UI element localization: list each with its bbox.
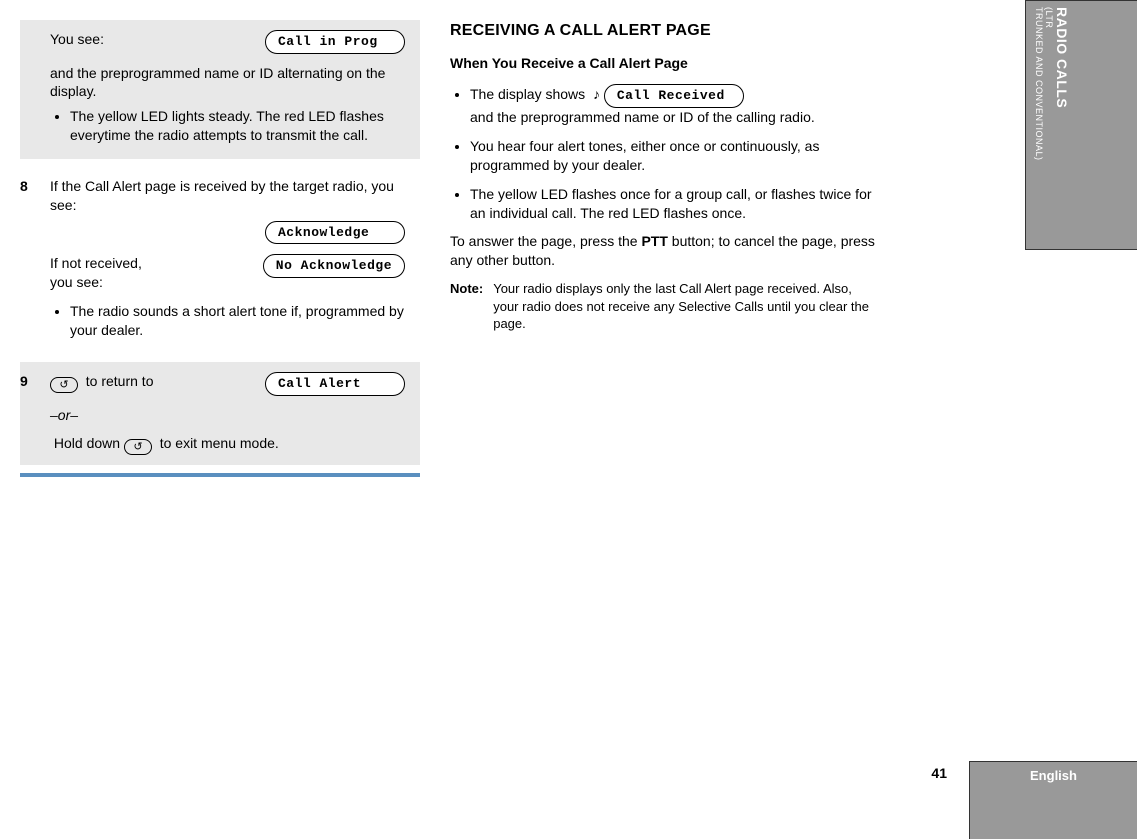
right-bullet2: You hear four alert tones, either once o…: [470, 137, 880, 175]
step8-line2b: you see:: [50, 273, 142, 292]
step-9-number: 9: [20, 372, 28, 391]
step-7-block: You see: Call in Prog and the preprogram…: [20, 20, 420, 159]
side-tab: RADIO CALLS (LTR TRUNKED AND CONVENTIONA…: [1025, 0, 1137, 250]
back-button-icon-2: ↺: [124, 439, 152, 455]
to-return-label: to return to: [86, 373, 154, 389]
right-bullet3: The yellow LED flashes once for a group …: [470, 185, 880, 223]
step-9-block: 9 ↺ to return to Call Alert –or– Hold do…: [20, 362, 420, 465]
side-tab-sub-row: (LTR TRUNKED AND CONVENTIONAL): [1034, 7, 1054, 243]
answer-paragraph: To answer the page, press the PTT button…: [450, 232, 880, 270]
lcd-call-received: Call Received: [604, 84, 744, 108]
step8-line1: If the Call Alert page is received by th…: [50, 177, 405, 215]
ptt-label: PTT: [641, 233, 667, 249]
bullet1-post: and the preprogrammed name or ID of the …: [470, 109, 815, 125]
step7-desc: and the preprogrammed name or ID alterna…: [50, 64, 405, 102]
step-8-number: 8: [20, 177, 28, 196]
hold-down-post: to exit menu mode.: [160, 435, 279, 451]
side-tab-sub2: TRUNKED AND CONVENTIONAL): [1034, 7, 1044, 161]
footer-language: English: [1030, 768, 1077, 783]
side-tab-sub1: (LTR: [1044, 7, 1054, 28]
side-tab-main: RADIO CALLS: [1054, 7, 1070, 243]
step8-line2a: If not received,: [50, 254, 142, 273]
note-text: Your radio displays only the last Call A…: [493, 280, 880, 333]
right-column: RECEIVING A CALL ALERT PAGE When You Rec…: [450, 20, 880, 477]
page-number: 41: [931, 765, 947, 781]
step9-or: –or–: [50, 406, 405, 425]
bullet1-pre: The display shows: [470, 86, 585, 102]
lcd-call-in-prog: Call in Prog: [265, 30, 405, 54]
left-column: You see: Call in Prog and the preprogram…: [20, 20, 420, 477]
step7-bullet1: The yellow LED lights steady. The red LE…: [70, 107, 405, 145]
lcd-acknowledge: Acknowledge: [265, 221, 405, 245]
step9-return: ↺ to return to: [50, 372, 153, 393]
lcd-call-alert: Call Alert: [265, 372, 405, 396]
step-8-block: 8 If the Call Alert page is received by …: [20, 167, 420, 354]
note-label: Note:: [450, 280, 483, 333]
step9-hold: Hold down ↺ to exit menu mode.: [50, 434, 405, 455]
step8-bullet1: The radio sounds a short alert tone if, …: [70, 302, 405, 340]
you-see-label: You see:: [50, 30, 104, 49]
lcd-no-acknowledge: No Acknowledge: [263, 254, 405, 278]
footer-language-bar: English: [969, 761, 1137, 839]
divider-bar: [20, 473, 420, 477]
music-note-icon: ♪: [593, 86, 600, 102]
answer-pre: To answer the page, press the: [450, 233, 641, 249]
back-button-icon: ↺: [50, 377, 78, 393]
section-heading: RECEIVING A CALL ALERT PAGE: [450, 20, 880, 42]
right-bullet1: The display shows ♪ Call Received and th…: [470, 84, 880, 126]
hold-down-pre: Hold down: [54, 435, 120, 451]
note-block: Note: Your radio displays only the last …: [450, 280, 880, 333]
document-page: You see: Call in Prog and the preprogram…: [0, 0, 1137, 477]
sub-heading: When You Receive a Call Alert Page: [450, 54, 880, 73]
